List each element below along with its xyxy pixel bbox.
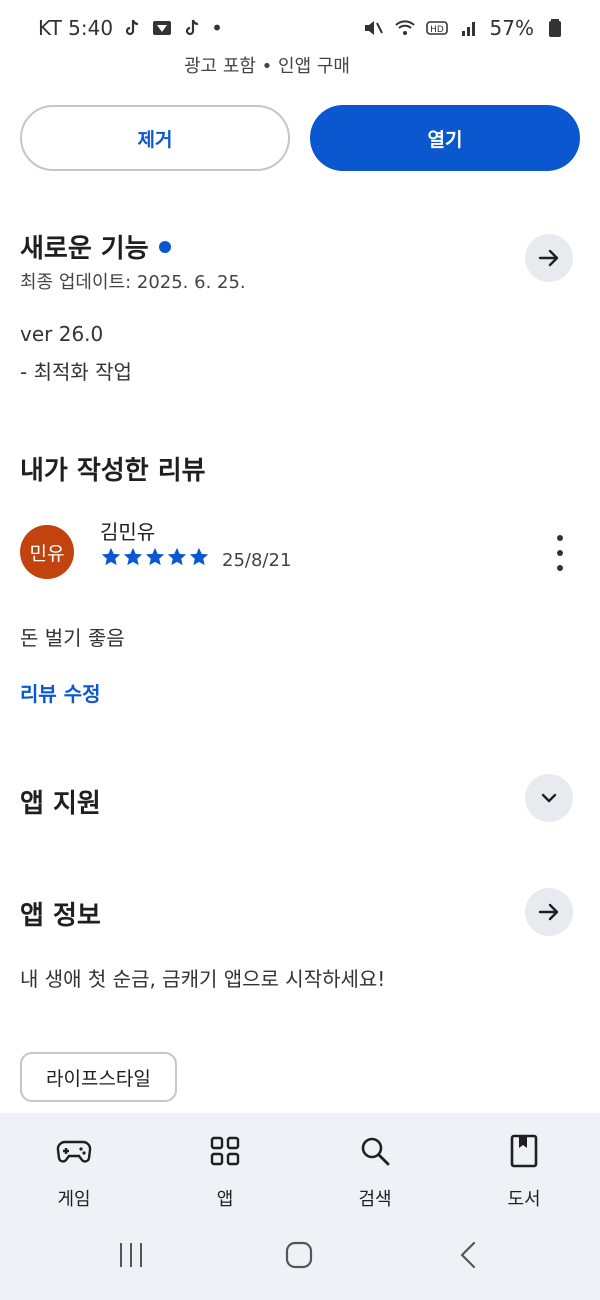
battery-percent: 57% — [489, 16, 534, 40]
svg-text:HD: HD — [430, 25, 444, 35]
edit-review-link[interactable]: 리뷰 수정 — [20, 678, 101, 707]
star-icon — [145, 547, 165, 566]
star-icon — [189, 547, 209, 566]
app-info-title: 앱 정보 — [20, 901, 101, 931]
nav-search-label: 검색 — [358, 1189, 392, 1210]
app-support-title: 앱 지원 — [20, 789, 101, 819]
home-icon[interactable] — [284, 1240, 314, 1270]
app-meta: 광고 포함 • 인앱 구매 — [184, 56, 350, 77]
app-info-arrow-button[interactable] — [525, 888, 573, 936]
book-icon — [510, 1134, 538, 1168]
app-description: 내 생애 첫 순금, 금캐기 앱으로 시작하세요! — [20, 967, 386, 991]
nav-games-label: 게임 — [57, 1189, 91, 1210]
arrow-right-icon — [538, 903, 559, 921]
more-options-icon[interactable] — [550, 535, 570, 571]
app-support-expand-button[interactable] — [525, 774, 573, 822]
version-text: ver 26.0 — [20, 322, 104, 346]
tiktok-icon — [186, 19, 199, 36]
battery-icon — [549, 19, 561, 37]
open-button[interactable]: 열기 — [310, 105, 580, 171]
nav-search[interactable]: 검색 — [315, 1131, 435, 1211]
remove-button[interactable]: 제거 — [20, 105, 290, 171]
status-left: KT 5:40 • — [38, 16, 223, 40]
bottom-navigation: 게임 앱 검색 도서 — [0, 1113, 600, 1300]
new-indicator-dot — [158, 240, 171, 253]
star-icon — [167, 547, 187, 566]
review-date: 25/8/21 — [222, 550, 292, 571]
review-text: 돈 벌기 좋음 — [20, 626, 125, 650]
recent-apps-icon[interactable] — [116, 1240, 146, 1270]
avatar: 민유 — [20, 525, 74, 579]
wifi-icon — [394, 20, 415, 35]
whats-new-title: 새로운 기능 — [20, 228, 171, 265]
last-updated: 최종 업데이트: 2025. 6. 25. — [20, 272, 246, 293]
apps-grid-icon — [210, 1136, 240, 1166]
nav-books-label: 도서 — [507, 1189, 541, 1210]
release-note: - 최적화 작업 — [20, 360, 132, 384]
app-icon — [153, 21, 172, 35]
reviewer-name: 김민유 — [100, 520, 156, 544]
whats-new-arrow-button[interactable] — [525, 234, 573, 282]
chevron-down-icon — [541, 793, 557, 803]
my-review-title: 내가 작성한 리뷰 — [20, 456, 206, 486]
arrow-right-icon — [538, 249, 559, 267]
status-bar: KT 5:40 • HD 57% — [0, 0, 600, 56]
hd-icon: HD — [425, 21, 448, 35]
star-icon — [101, 547, 121, 566]
nav-games[interactable]: 게임 — [14, 1131, 134, 1211]
carrier-time: KT 5:40 — [38, 16, 114, 40]
star-icon — [123, 547, 143, 566]
nav-apps[interactable]: 앱 — [165, 1131, 285, 1211]
notification-dot: • — [211, 16, 223, 40]
star-rating — [100, 546, 210, 568]
back-icon[interactable] — [454, 1240, 484, 1270]
nav-books[interactable]: 도서 — [464, 1131, 584, 1211]
mute-icon — [364, 21, 383, 35]
whats-new-title-text: 새로운 기능 — [20, 234, 149, 264]
tiktok-icon — [126, 19, 139, 36]
nav-apps-label: 앱 — [216, 1189, 234, 1210]
search-icon — [361, 1137, 390, 1166]
gamepad-icon — [56, 1140, 92, 1163]
status-right: HD 57% — [362, 16, 566, 40]
signal-icon — [461, 22, 475, 36]
category-chip[interactable]: 라이프스타일 — [20, 1052, 177, 1102]
